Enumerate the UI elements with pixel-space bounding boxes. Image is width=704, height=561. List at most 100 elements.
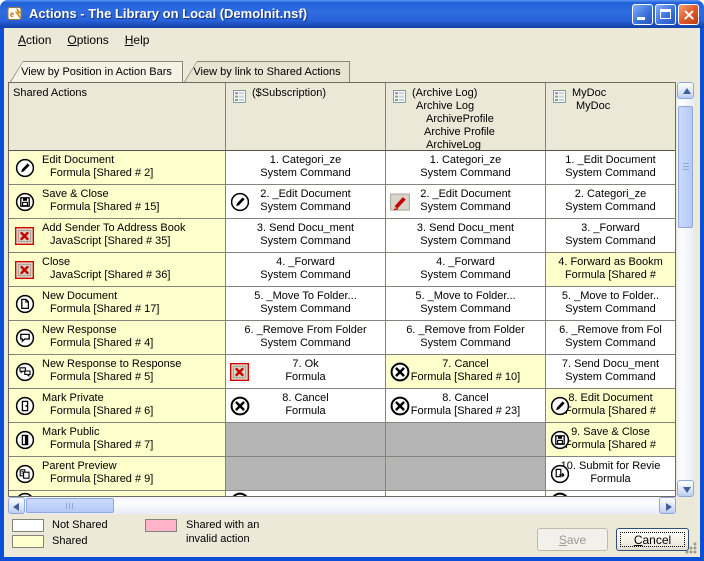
action-type: Formula — [226, 371, 385, 384]
action-cell[interactable]: 5. _Move To Folder...System Command — [226, 287, 386, 321]
vertical-scroll-thumb[interactable] — [678, 106, 693, 228]
maximize-button[interactable] — [655, 4, 676, 25]
action-cell[interactable]: 3. _ForwardSystem Command — [546, 219, 675, 253]
cancel-icon — [390, 396, 410, 416]
actions-dialog-window: e Actions - The Library on Local (DemoIn… — [0, 0, 704, 561]
action-type: JavaScript [Shared # 36] — [9, 269, 225, 282]
partial-action-cell[interactable] — [226, 491, 386, 496]
resize-grip[interactable] — [685, 542, 697, 554]
action-cell[interactable]: 2. _Edit DocumentSystem Command — [226, 185, 386, 219]
action-cell[interactable]: New DocumentFormula [Shared # 17] — [9, 287, 226, 321]
action-type: System Command — [386, 303, 545, 316]
action-cell[interactable]: Mark PublicFormula [Shared # 7] — [9, 423, 226, 457]
action-cell[interactable]: 9. Save & CloseFormula [Shared # — [546, 423, 675, 457]
action-cell[interactable]: Mark PrivateFormula [Shared # 6] — [9, 389, 226, 423]
action-cell[interactable]: 1. Categori_zeSystem Command — [226, 151, 386, 185]
title-bar[interactable]: e Actions - The Library on Local (DemoIn… — [0, 0, 704, 28]
partial-action-cell[interactable] — [386, 491, 546, 496]
header-line: ArchiveProfile — [426, 113, 543, 126]
action-cell[interactable]: 6. _Remove from FolSystem Command — [546, 321, 675, 355]
invalid-pencil-icon — [390, 192, 410, 211]
column-header-3: (Archive Log)Archive LogArchiveProfileAr… — [386, 83, 546, 151]
scroll-up-arrow[interactable] — [677, 82, 694, 99]
scroll-left-arrow[interactable] — [8, 497, 25, 514]
window-title: Actions - The Library on Local (DemoInit… — [29, 6, 307, 21]
cancel-button[interactable]: Cancel — [616, 528, 689, 551]
menu-help[interactable]: Help — [119, 31, 156, 49]
vertical-scrollbar[interactable] — [677, 82, 694, 497]
action-cell[interactable]: 6. _Remove From FolderSystem Command — [226, 321, 386, 355]
header-line: Archive Log — [416, 100, 543, 113]
save-button[interactable]: Save — [537, 528, 608, 551]
action-cell — [386, 457, 546, 491]
action-cell[interactable]: 7. Send Docu_mentSystem Command — [546, 355, 675, 389]
view-icon — [553, 90, 566, 108]
action-cell[interactable]: 4. Forward as BookmFormula [Shared # — [546, 253, 675, 287]
action-type: System Command — [226, 337, 385, 350]
action-cell — [226, 423, 386, 457]
action-cell[interactable]: Add Sender To Address BookJavaScript [Sh… — [9, 219, 226, 253]
submit-review-icon — [550, 464, 570, 484]
action-type: Formula [Shared # 9] — [9, 473, 225, 486]
mark-private-icon — [15, 396, 35, 416]
action-cell[interactable]: 7. CancelFormula [Shared # 10] — [386, 355, 546, 389]
action-cell[interactable]: 8. CancelFormula [Shared # 23] — [386, 389, 546, 423]
action-cell[interactable]: CloseJavaScript [Shared # 36] — [9, 253, 226, 287]
action-cell[interactable]: 5. _Move to Folder...System Command — [386, 287, 546, 321]
action-cell[interactable]: 7. OkFormula — [226, 355, 386, 389]
save-disk-icon — [15, 192, 35, 212]
action-cell[interactable]: 4. _ForwardSystem Command — [386, 253, 546, 287]
legend-label: Not Shared — [52, 518, 108, 532]
svg-text:e: e — [10, 9, 14, 19]
action-cell[interactable]: 3. Send Docu_mentSystem Command — [226, 219, 386, 253]
scroll-right-arrow[interactable] — [659, 497, 676, 514]
minimize-button[interactable] — [632, 4, 653, 25]
edit-pencil-icon — [15, 158, 35, 178]
action-cell[interactable]: 5. _Move to Folder..System Command — [546, 287, 675, 321]
header-line: ($Subscription) — [252, 87, 383, 100]
action-cell[interactable]: New ResponseFormula [Shared # 4] — [9, 321, 226, 355]
action-cell[interactable]: 2. Categori_zeSystem Command — [546, 185, 675, 219]
invalid-action-icon — [15, 227, 34, 245]
action-cell[interactable]: 4. _ForwardSystem Command — [226, 253, 386, 287]
action-title: 7. Ok — [226, 358, 385, 371]
close-button[interactable] — [678, 4, 699, 25]
action-cell[interactable]: 1. _Edit DocumentSystem Command — [546, 151, 675, 185]
legend-swatch — [12, 535, 44, 548]
partial-action-cell[interactable] — [9, 491, 226, 496]
action-cell[interactable]: New Response to ResponseFormula [Shared … — [9, 355, 226, 389]
action-title: 1. Categori_ze — [226, 154, 385, 167]
tab-view-by-link[interactable]: View by link to Shared Actions — [184, 61, 350, 82]
action-cell[interactable]: 3. Send Docu_mentSystem Command — [386, 219, 546, 253]
action-cell[interactable]: 6. _Remove from FolderSystem Command — [386, 321, 546, 355]
cancel-icon — [550, 492, 570, 496]
partial-action-cell[interactable] — [546, 491, 675, 496]
cancel-icon — [230, 492, 250, 496]
horizontal-scroll-thumb[interactable] — [26, 498, 114, 513]
menu-bar: ActionOptions Help — [12, 31, 159, 49]
edit-pencil-icon — [15, 492, 35, 496]
action-cell[interactable]: 1. Categori_zeSystem Command — [386, 151, 546, 185]
action-type: System Command — [226, 167, 385, 180]
action-title: Add Sender To Address Book — [9, 222, 225, 235]
action-title: 5. _Move To Folder... — [226, 290, 385, 303]
action-cell[interactable]: 8. Edit DocumentFormula [Shared # — [546, 389, 675, 423]
action-cell[interactable]: Save & CloseFormula [Shared # 15] — [9, 185, 226, 219]
action-type: Formula [Shared # 7] — [9, 439, 225, 452]
horizontal-scrollbar[interactable] — [8, 497, 676, 514]
tab-view-by-position[interactable]: View by Position in Action Bars — [10, 61, 183, 82]
action-type: System Command — [386, 235, 545, 248]
tab-label: View by Position in Action Bars — [11, 62, 182, 82]
action-cell[interactable]: Parent PreviewFormula [Shared # 9] — [9, 457, 226, 491]
action-title: Close — [9, 256, 225, 269]
action-cell[interactable]: 2. _Edit DocumentSystem Command — [386, 185, 546, 219]
action-type: System Command — [226, 235, 385, 248]
edit-pencil-icon — [550, 396, 570, 416]
action-cell[interactable]: Edit DocumentFormula [Shared # 2] — [9, 151, 226, 185]
menu-action[interactable]: Action — [12, 31, 57, 49]
action-title: Mark Public — [9, 426, 225, 439]
scroll-down-arrow[interactable] — [677, 480, 694, 497]
menu-options[interactable]: Options — [61, 31, 114, 49]
action-cell[interactable]: 8. CancelFormula — [226, 389, 386, 423]
action-cell[interactable]: 10. Submit for RevieFormula — [546, 457, 675, 491]
